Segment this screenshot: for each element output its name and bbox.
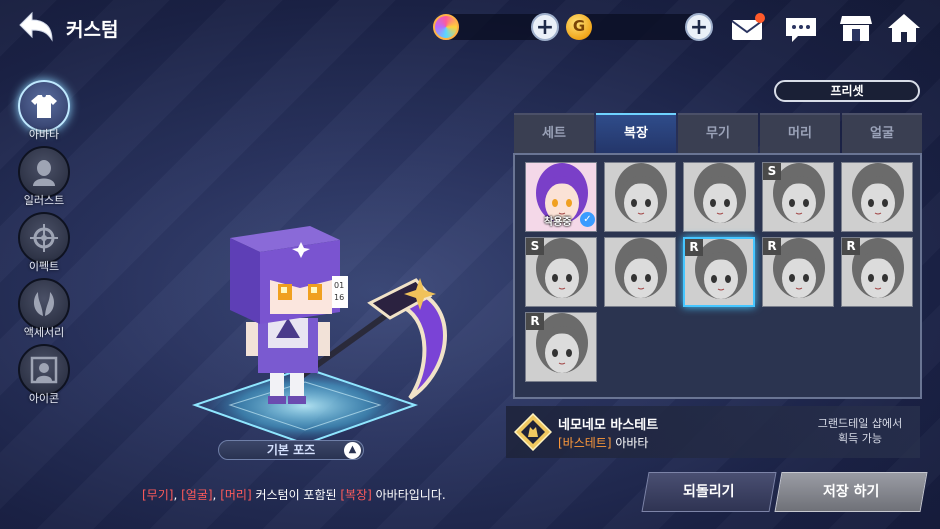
- save-button[interactable]: 저장 하기: [774, 472, 928, 512]
- mail-icon[interactable]: [730, 12, 766, 44]
- obtain-line-2: 획득 가능: [838, 432, 882, 445]
- nav-avatar[interactable]: 아바타: [14, 80, 74, 142]
- notice-hair: [머리]: [220, 488, 252, 502]
- item-cell[interactable]: [604, 162, 676, 232]
- item-cell[interactable]: [841, 162, 913, 232]
- chat-icon[interactable]: [784, 12, 820, 44]
- nav-icon-label: 아이콘: [28, 392, 60, 405]
- notice-end: 아바타입니다.: [371, 488, 446, 502]
- tab-weapon[interactable]: 무기: [678, 113, 758, 153]
- nav-illust[interactable]: 일러스트: [14, 146, 74, 208]
- add-gold-button[interactable]: +: [685, 13, 713, 41]
- item-type-tag: [바스테트]: [558, 436, 612, 450]
- item-cell[interactable]: [683, 162, 755, 232]
- item-type: [바스테트] 아바타: [558, 434, 648, 451]
- wings-icon: [18, 278, 70, 330]
- item-name: 네모네모 바스테트: [558, 418, 659, 433]
- item-grade-badge: S: [763, 163, 781, 180]
- item-grade-badge: R: [842, 238, 860, 255]
- tab-outfit[interactable]: 복장: [596, 113, 676, 153]
- nav-illust-label: 일러스트: [23, 194, 65, 207]
- shirt-icon: [18, 80, 70, 132]
- obtain-line-1: 그랜드테일 샵에서: [817, 417, 903, 430]
- item-cell[interactable]: R: [525, 312, 597, 382]
- tab-face-label: 얼굴: [870, 126, 894, 141]
- person-silhouette-icon: [18, 146, 70, 198]
- shop-icon[interactable]: [838, 12, 874, 44]
- character-avatar[interactable]: 01 16: [220, 218, 460, 418]
- equipped-label: 착용중: [544, 217, 572, 228]
- add-gem-button[interactable]: +: [531, 13, 559, 41]
- item-cell[interactable]: R: [762, 237, 834, 307]
- revert-label: 되돌리기: [683, 484, 735, 500]
- page-title: 커스텀: [66, 19, 119, 41]
- item-cell[interactable]: R: [683, 237, 755, 307]
- item-cell[interactable]: R: [841, 237, 913, 307]
- tab-outfit-label: 복장: [624, 126, 648, 141]
- item-grade-badge: R: [526, 313, 544, 330]
- svg-text:16: 16: [334, 293, 344, 302]
- notice-face: [얼굴]: [181, 488, 213, 502]
- tab-set-label: 세트: [542, 126, 566, 141]
- home-icon[interactable]: [886, 12, 922, 44]
- item-portrait: [684, 163, 754, 231]
- effect-crosshair-icon: [18, 212, 70, 264]
- chevron-up-icon[interactable]: ▲: [344, 442, 361, 459]
- item-grade-badge: R: [685, 239, 703, 256]
- nav-avatar-label: 아바타: [28, 128, 60, 141]
- item-portrait: [842, 163, 912, 231]
- item-grade-badge: S: [526, 238, 544, 255]
- top-bar: 커스텀 + G +: [0, 0, 940, 56]
- pose-label: 기본 포즈: [266, 443, 316, 457]
- notice-weapon: [무기]: [142, 488, 174, 502]
- item-type-rest: 아바타: [611, 436, 649, 450]
- nav-icon[interactable]: 아이콘: [14, 344, 74, 406]
- nav-accessory-label: 액세서리: [23, 326, 65, 339]
- tab-set[interactable]: 세트: [514, 113, 594, 153]
- portrait-icon: [18, 344, 70, 396]
- tab-hair-label: 머리: [788, 126, 812, 141]
- nav-accessory[interactable]: 액세서리: [14, 278, 74, 340]
- check-icon: ✓: [580, 212, 595, 227]
- preset-button[interactable]: 프리셋: [774, 80, 920, 102]
- notice-mid: 커스텀이 포함된: [251, 488, 341, 502]
- gold-coin-icon: G: [566, 14, 592, 40]
- item-grade-badge: R: [763, 238, 781, 255]
- gem-icon: [433, 14, 459, 40]
- nav-effect[interactable]: 이펙트: [14, 212, 74, 274]
- bastet-emblem-icon: [513, 412, 553, 452]
- obtain-info: 그랜드테일 샵에서 획득 가능: [800, 416, 920, 446]
- item-cell[interactable]: S: [762, 162, 834, 232]
- item-cell[interactable]: [604, 237, 676, 307]
- item-cell[interactable]: 착용중 ✓: [525, 162, 597, 232]
- notice-outfit: [복장]: [340, 488, 372, 502]
- tab-weapon-label: 무기: [706, 126, 730, 141]
- item-portrait: [605, 238, 675, 306]
- pose-select-button[interactable]: 기본 포즈: [218, 440, 364, 460]
- revert-button[interactable]: 되돌리기: [641, 472, 777, 512]
- nav-effect-label: 이펙트: [28, 260, 60, 273]
- avatar-notice: [무기], [얼굴], [머리] 커스텀이 포함된 [복장] 아바타입니다.: [142, 486, 446, 503]
- item-portrait: [605, 163, 675, 231]
- tab-hair[interactable]: 머리: [760, 113, 840, 153]
- item-cell[interactable]: S: [525, 237, 597, 307]
- back-arrow-icon[interactable]: [16, 10, 56, 44]
- save-label: 저장 하기: [822, 484, 880, 500]
- notice-sep: ,: [173, 488, 182, 502]
- preset-label: 프리셋: [830, 84, 864, 98]
- tab-face[interactable]: 얼굴: [842, 113, 922, 153]
- svg-text:01: 01: [334, 281, 344, 290]
